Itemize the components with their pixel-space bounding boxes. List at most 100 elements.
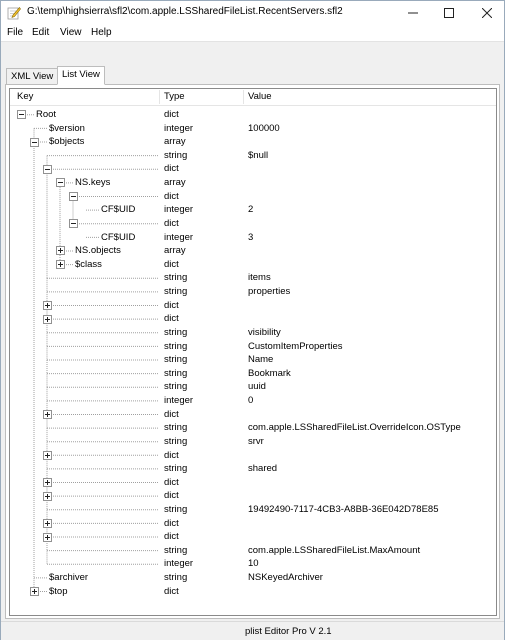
app-window: G:\temp\highsierra\sfl2\com.apple.LSShar… bbox=[0, 0, 505, 640]
collapse-toggle-icon[interactable] bbox=[56, 178, 65, 188]
tree-row[interactable]: $archiver string NSKeyedArchiver bbox=[10, 571, 496, 585]
tree-row[interactable]: string com.apple.LSSharedFileList.MaxAmou… bbox=[10, 544, 496, 558]
tree-row[interactable]: $top dict bbox=[10, 585, 496, 599]
collapse-toggle-icon[interactable] bbox=[17, 110, 26, 120]
expand-toggle-icon[interactable] bbox=[30, 586, 39, 596]
row-type: dict bbox=[164, 163, 179, 175]
expand-toggle-icon[interactable] bbox=[43, 314, 52, 324]
row-key: NS.objects bbox=[75, 245, 121, 257]
expand-toggle-icon[interactable] bbox=[43, 409, 52, 419]
row-type: array bbox=[164, 245, 186, 257]
menu-file[interactable]: File bbox=[7, 27, 23, 38]
tree-row[interactable]: string items bbox=[10, 271, 496, 285]
menu-bar: File Edit View Help bbox=[1, 25, 504, 42]
maximize-button[interactable] bbox=[432, 1, 466, 25]
expand-toggle-icon[interactable] bbox=[56, 246, 65, 256]
row-value: 100000 bbox=[248, 122, 280, 134]
tree-row[interactable]: dict bbox=[10, 408, 496, 422]
expand-toggle-icon[interactable] bbox=[43, 491, 52, 501]
tree-row[interactable]: CF$UID integer 2 bbox=[10, 203, 496, 217]
row-type: integer bbox=[164, 231, 194, 243]
expand-toggle-icon[interactable] bbox=[43, 518, 52, 528]
row-value: 2 bbox=[248, 204, 254, 216]
tree-row[interactable]: dict bbox=[10, 517, 496, 531]
tree-row[interactable]: integer 0 bbox=[10, 394, 496, 408]
column-header-type[interactable]: Type bbox=[164, 91, 185, 105]
title-bar[interactable]: G:\temp\highsierra\sfl2\com.apple.LSShar… bbox=[1, 1, 504, 25]
tree-row[interactable]: string Name bbox=[10, 353, 496, 367]
tree-row[interactable]: string Bookmark bbox=[10, 367, 496, 381]
row-value: com.apple.LSSharedFileList.OverrideIcon.… bbox=[248, 422, 461, 434]
row-value: visibility bbox=[248, 326, 281, 338]
tree-row[interactable]: Root dict bbox=[10, 108, 496, 122]
row-key: CF$UID bbox=[101, 231, 136, 243]
plist-tree-list[interactable]: Key Type Value Root dict $version integer 10… bbox=[9, 88, 497, 616]
tree-row[interactable]: dict bbox=[10, 190, 496, 204]
row-type: string bbox=[164, 367, 188, 379]
column-header-key[interactable]: Key bbox=[17, 91, 33, 105]
collapse-toggle-icon[interactable] bbox=[43, 164, 52, 174]
tree-row[interactable]: string srvr bbox=[10, 435, 496, 449]
tree-row[interactable]: NS.keys array bbox=[10, 176, 496, 190]
tree-row[interactable]: dict bbox=[10, 489, 496, 503]
expand-toggle-icon[interactable] bbox=[43, 300, 52, 310]
row-type: integer bbox=[164, 395, 194, 407]
row-value: NSKeyedArchiver bbox=[248, 572, 323, 584]
tree-row[interactable]: CF$UID integer 3 bbox=[10, 231, 496, 245]
tree-row[interactable]: string $null bbox=[10, 149, 496, 163]
row-key: $top bbox=[49, 585, 68, 597]
tree-row[interactable]: $objects array bbox=[10, 135, 496, 149]
tree-row[interactable]: string com.apple.LSSharedFileList.Overrid… bbox=[10, 421, 496, 435]
tree-row[interactable]: dict bbox=[10, 449, 496, 463]
row-type: integer bbox=[164, 204, 194, 216]
tree-row[interactable]: string CustomItemProperties bbox=[10, 340, 496, 354]
row-type: string bbox=[164, 572, 188, 584]
tree-row[interactable]: string properties bbox=[10, 285, 496, 299]
tree-row[interactable]: $version integer 100000 bbox=[10, 122, 496, 136]
menu-help[interactable]: Help bbox=[91, 27, 112, 38]
menu-edit[interactable]: Edit bbox=[32, 27, 49, 38]
row-type: dict bbox=[164, 190, 179, 202]
tree-row[interactable]: dict bbox=[10, 162, 496, 176]
row-value: srvr bbox=[248, 435, 264, 447]
row-type: string bbox=[164, 286, 188, 298]
column-divider[interactable] bbox=[243, 90, 244, 104]
tree-row[interactable]: string uuid bbox=[10, 380, 496, 394]
column-divider[interactable] bbox=[159, 90, 160, 104]
tab-list-view[interactable]: List View bbox=[57, 66, 105, 85]
tree-row[interactable]: dict bbox=[10, 530, 496, 544]
collapse-toggle-icon[interactable] bbox=[69, 192, 78, 202]
row-type: dict bbox=[164, 408, 179, 420]
tab-xml-view[interactable]: XML View bbox=[6, 68, 59, 85]
menu-view[interactable]: View bbox=[60, 27, 82, 38]
tree-row[interactable]: $class dict bbox=[10, 258, 496, 272]
minimize-button[interactable] bbox=[396, 1, 430, 25]
tree-row[interactable]: string 19492490-7117-4CB3-A8BB-36E042D78E… bbox=[10, 503, 496, 517]
tree-row[interactable]: integer 10 bbox=[10, 557, 496, 571]
row-type: string bbox=[164, 354, 188, 366]
tree-row[interactable]: string shared bbox=[10, 462, 496, 476]
expand-toggle-icon[interactable] bbox=[43, 450, 52, 460]
row-key: $class bbox=[75, 258, 102, 270]
expand-toggle-icon[interactable] bbox=[43, 532, 52, 542]
row-type: string bbox=[164, 435, 188, 447]
collapse-toggle-icon[interactable] bbox=[69, 219, 78, 229]
tree-row[interactable]: string visibility bbox=[10, 326, 496, 340]
row-key: NS.keys bbox=[75, 177, 111, 189]
expand-toggle-icon[interactable] bbox=[43, 478, 52, 488]
row-type: string bbox=[164, 463, 188, 475]
close-button[interactable] bbox=[470, 1, 504, 25]
row-type: string bbox=[164, 272, 188, 284]
column-header-value[interactable]: Value bbox=[248, 91, 272, 105]
tree-row[interactable]: dict bbox=[10, 299, 496, 313]
tree-row[interactable]: NS.objects array bbox=[10, 244, 496, 258]
tree-row[interactable]: dict bbox=[10, 217, 496, 231]
tree-row[interactable]: dict bbox=[10, 476, 496, 490]
row-type: dict bbox=[164, 490, 179, 502]
row-value: Name bbox=[248, 354, 274, 366]
tree-row[interactable]: dict bbox=[10, 312, 496, 326]
row-value: uuid bbox=[248, 381, 266, 393]
collapse-toggle-icon[interactable] bbox=[30, 137, 39, 147]
expand-toggle-icon[interactable] bbox=[56, 260, 65, 270]
row-type: dict bbox=[164, 109, 179, 120]
